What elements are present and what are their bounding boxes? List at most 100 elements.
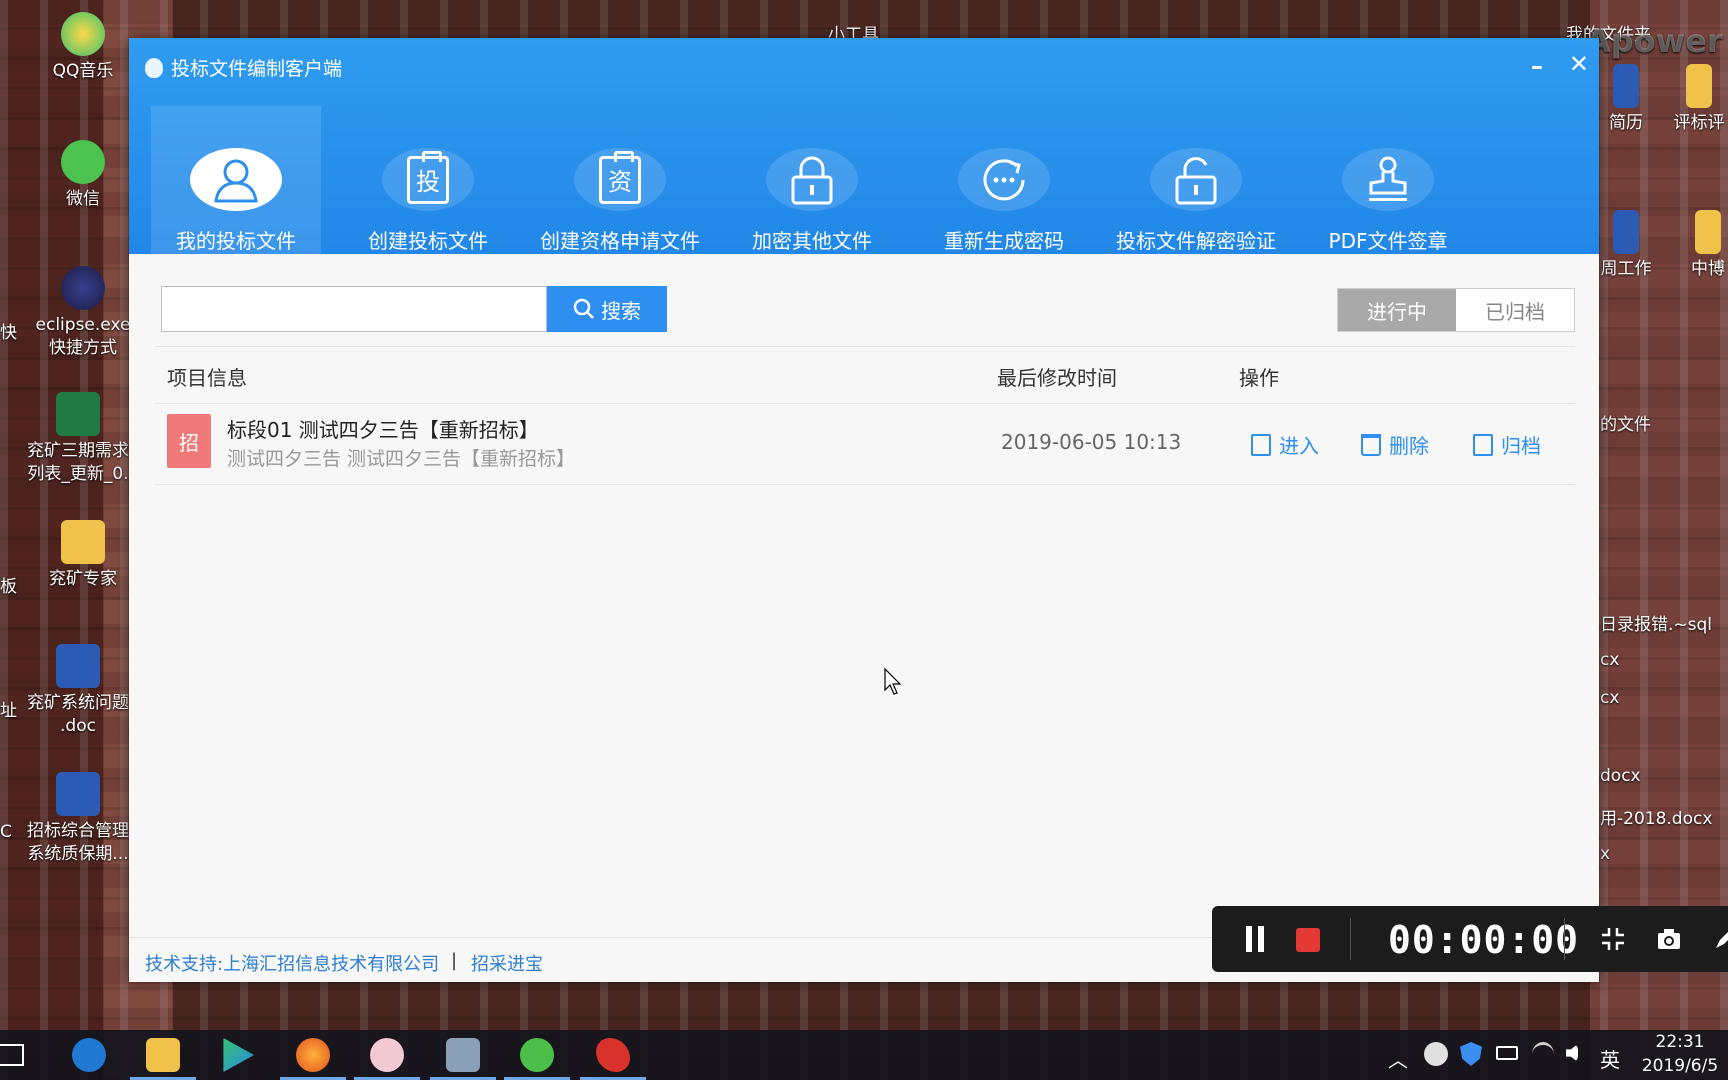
nav-pdf-signature[interactable]: PDF文件签章 — [1303, 106, 1473, 254]
desktop-icon-word-doc-2[interactable]: 招标综合管理 系统质保期... — [26, 772, 130, 866]
status-tabs: 进行中 已归档 — [1337, 288, 1575, 332]
main-content: 搜索 进行中 已归档 项目信息 最后修改时间 操作 招 标段01 测试四夕三告【… — [129, 254, 1599, 982]
desktop-fragment: cx — [1600, 688, 1620, 708]
desktop-icon-label: 周工作 — [1600, 259, 1652, 279]
enter-icon — [1251, 433, 1271, 456]
show-hidden-icons-chevron-icon[interactable]: ︿ — [1388, 1044, 1408, 1073]
nav-regenerate-password[interactable]: 重新生成密码 — [919, 106, 1089, 254]
mouse-cursor-icon — [884, 668, 902, 695]
security-shield-icon[interactable] — [1460, 1042, 1482, 1066]
pen-icon[interactable] — [1712, 926, 1728, 952]
printer-app-icon[interactable] — [430, 1038, 496, 1080]
archive-icon — [1473, 433, 1493, 456]
volume-icon[interactable] — [1566, 1044, 1578, 1062]
tab-archived[interactable]: 已归档 — [1456, 289, 1574, 331]
qualification-clipboard-icon: 资 — [574, 148, 666, 211]
avatar-app-icon[interactable] — [354, 1038, 420, 1080]
pause-icon[interactable] — [1246, 926, 1252, 952]
desktop-icon-eclipse[interactable]: eclipse.exe 快捷方式 — [26, 266, 140, 360]
wifi-icon[interactable] — [1532, 1042, 1554, 1067]
nav-label: PDF文件签章 — [1328, 229, 1448, 253]
column-header-modified: 最后修改时间 — [997, 366, 1117, 390]
battery-icon[interactable] — [1496, 1046, 1518, 1060]
desktop-icon-weekly-work[interactable]: 周工作 — [1596, 210, 1656, 281]
refresh-password-icon — [958, 148, 1050, 211]
close-button[interactable]: ✕ — [1569, 50, 1589, 78]
desktop-icon-qqmusic[interactable]: QQ音乐 — [33, 12, 133, 83]
ie-browser-icon[interactable] — [504, 1038, 570, 1080]
nav-bid-decrypt-verify[interactable]: 投标文件解密验证 — [1111, 106, 1281, 254]
desktop-fragment: x — [1600, 844, 1611, 864]
tender-badge-icon: 招 — [167, 414, 211, 468]
desktop-icon-label: 简历 — [1609, 113, 1643, 133]
desktop-fragment: 日录报错.~sql — [1600, 615, 1713, 635]
search-button-label: 搜索 — [601, 300, 641, 323]
app-logo-icon — [145, 57, 163, 78]
record-timer: 00:00:00 — [1388, 918, 1580, 962]
screen-recorder-bar: 00:00:00 — [1212, 906, 1728, 972]
stop-record-button[interactable] — [1296, 928, 1320, 952]
input-method-indicator[interactable]: 英 — [1600, 1044, 1620, 1073]
word-file-icon — [1613, 64, 1639, 108]
desktop-fragment: 用-2018.docx — [1600, 809, 1713, 829]
desktop-icon-label: 中博 — [1691, 259, 1725, 279]
modified-time: 2019-06-05 10:13 — [1001, 430, 1182, 454]
tab-in-progress[interactable]: 进行中 — [1338, 289, 1456, 331]
lock-icon — [766, 148, 858, 211]
desktop-icon-label: 兖矿系统问题 .doc — [27, 693, 129, 736]
minimize-button[interactable]: – — [1531, 52, 1543, 80]
system-clock[interactable]: 22:31 2019/6/5 — [1632, 1030, 1728, 1080]
nav-my-bid-files[interactable]: 我的投标文件 — [151, 106, 321, 254]
nav-label: 创建投标文件 — [368, 229, 488, 253]
firefox-icon[interactable] — [280, 1038, 346, 1080]
desktop-icon-label: 兖矿三期需求 列表_更新_0. — [27, 441, 129, 484]
file-explorer-icon[interactable] — [130, 1038, 196, 1080]
desktop-icon-label: 微信 — [66, 189, 100, 209]
taskbar: ︿ 英 22:31 2019/6/5 — [0, 1030, 1728, 1080]
nav-label: 投标文件解密验证 — [1116, 229, 1276, 253]
desktop-icon-wechat[interactable]: 微信 — [33, 140, 133, 211]
desktop-icon-label: 兖矿专家 — [49, 569, 117, 589]
media-player-icon[interactable] — [223, 1038, 254, 1072]
stamp-icon — [1342, 148, 1434, 211]
desktop-icon-word-doc-1[interactable]: 兖矿系统问题 .doc — [26, 644, 130, 738]
desktop-fragment: cx — [1600, 650, 1620, 670]
desktop-icon-folder[interactable]: 兖矿专家 — [33, 520, 133, 591]
camera-icon[interactable] — [1656, 926, 1682, 952]
clock-time: 22:31 — [1655, 1032, 1705, 1052]
archive-action[interactable]: 归档 — [1473, 430, 1541, 459]
nav-label: 创建资格申请文件 — [540, 229, 700, 253]
nav-encrypt-other-files[interactable]: 加密其他文件 — [727, 106, 897, 254]
desktop-icon-resume[interactable]: 简历 — [1598, 64, 1654, 135]
nav-create-bid-file[interactable]: 投 创建投标文件 — [343, 106, 513, 254]
project-title: 标段01 测试四夕三告【重新招标】 — [227, 418, 539, 442]
task-view-icon[interactable] — [0, 1044, 24, 1066]
desktop-icon-zhongbo[interactable]: 中博 — [1688, 210, 1728, 281]
desktop-icon-label: 招标综合管理 系统质保期... — [27, 821, 129, 864]
column-header-actions: 操作 — [1239, 366, 1279, 390]
qq-tray-icon[interactable] — [1424, 1042, 1448, 1066]
enter-action[interactable]: 进入 — [1251, 430, 1319, 459]
divider — [1564, 918, 1565, 960]
main-nav: 我的投标文件 投 创建投标文件 资 创建资格申请文件 加密其他文件 重新生成密码… — [151, 106, 1495, 254]
recorder-app-icon[interactable] — [580, 1038, 646, 1080]
support-link[interactable]: 技术支持:上海汇招信息技术有限公司 — [145, 950, 439, 976]
table-row: 招 标段01 测试四夕三告【重新招标】 测试四夕三告 测试四夕三告【重新招标】 … — [155, 402, 1575, 485]
folder-icon — [1686, 64, 1712, 108]
project-subtitle: 测试四夕三告 测试四夕三告【重新招标】 — [227, 448, 576, 470]
nav-label: 我的投标文件 — [176, 229, 296, 253]
nav-create-qualification-file[interactable]: 资 创建资格申请文件 — [535, 106, 705, 254]
word-file-icon — [1613, 210, 1639, 254]
delete-action[interactable]: 删除 — [1361, 430, 1429, 459]
desktop-icon-bid-eval[interactable]: 评标评 — [1670, 64, 1728, 135]
word-file-icon — [56, 772, 100, 816]
clock-date: 2019/6/5 — [1641, 1056, 1719, 1076]
zhaocaijinbao-link[interactable]: 招采进宝 — [471, 950, 543, 976]
search-button[interactable]: 搜索 — [547, 286, 667, 332]
edge-browser-icon[interactable] — [72, 1038, 106, 1072]
window-title-text: 投标文件编制客户端 — [171, 58, 343, 80]
collapse-icon[interactable] — [1600, 926, 1626, 952]
desktop-fragment: 的文件 — [1600, 415, 1651, 435]
search-input[interactable] — [161, 286, 547, 332]
desktop-icon-excel-doc[interactable]: 兖矿三期需求 列表_更新_0. — [26, 392, 130, 486]
